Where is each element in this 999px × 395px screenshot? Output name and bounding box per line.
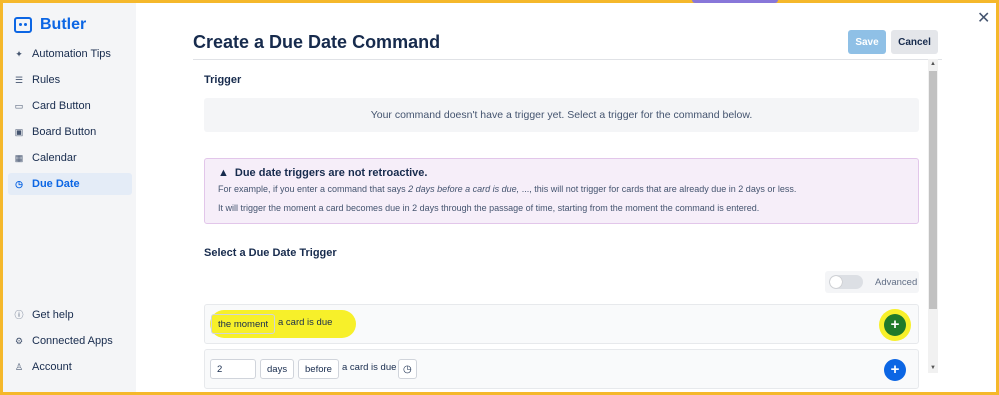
moment-select[interactable]: the moment [211,314,276,334]
trigger-empty-message: Your command doesn't have a trigger yet.… [370,109,753,121]
warning-heading-row: ▲ Due date triggers are not retroactive. [218,167,427,179]
sidebar-item-calendar[interactable]: ▦ Calendar [8,147,132,169]
calendar-icon: ▦ [14,153,24,163]
sidebar-item-label: Rules [32,74,61,86]
gear-icon: ⚙ [14,336,24,346]
warning-line-1-prefix: For example, if you enter a command that… [218,184,406,194]
scrollbar[interactable]: ▲ ▼ [928,59,938,373]
warning-line-1: For example, if you enter a command that… [218,184,796,194]
select-trigger-heading: Select a Due Date Trigger [204,247,337,259]
sidebar-bottom-nav: ⓘ Get help ⚙ Connected Apps ♙ Account [8,304,132,382]
warning-heading: Due date triggers are not retroactive. [234,167,428,179]
sidebar-item-rules[interactable]: ☰ Rules [8,69,132,91]
sidebar-item-connected-apps[interactable]: ⚙ Connected Apps [8,330,132,352]
person-icon: ♙ [14,362,24,372]
warning-line-2: It will trigger the moment a card become… [218,203,760,213]
add-trigger-button[interactable]: + [884,359,906,381]
scrollbar-thumb[interactable] [929,71,937,309]
time-picker-button[interactable]: ◷ [398,359,417,379]
sidebar-item-automation-tips[interactable]: ✦ Automation Tips [8,43,132,65]
info-icon: ⓘ [14,310,24,320]
sidebar-item-due-date[interactable]: ◷ Due Date [8,173,132,195]
toggle-knob [830,276,842,288]
add-trigger-button[interactable]: + [884,314,906,336]
sparkle-icon: ✦ [15,49,23,59]
sidebar-item-label: Account [32,361,72,373]
relation-select[interactable]: before [298,359,339,379]
sidebar-item-label: Due Date [32,178,80,190]
advanced-toggle-group[interactable]: Advanced [825,271,919,293]
close-icon[interactable]: ✕ [977,8,990,28]
sidebar-item-account[interactable]: ♙ Account [8,356,132,378]
command-panel: Trigger Your command doesn't have a trig… [193,59,942,392]
sidebar-nav: ✦ Automation Tips ☰ Rules ▭ Card Button … [8,43,132,199]
sidebar: Butler ✦ Automation Tips ☰ Rules ▭ Card … [3,3,136,392]
sidebar-item-label: Calendar [32,152,77,164]
page-title: Create a Due Date Command [193,32,441,52]
row-text: a card is due [342,362,397,373]
trigger-empty-box: Your command doesn't have a trigger yet.… [204,98,919,132]
clock-icon: ◷ [403,363,412,375]
scroll-up-icon[interactable]: ▲ [930,61,936,67]
sidebar-item-get-help[interactable]: ⓘ Get help [8,304,132,326]
sidebar-item-board-button[interactable]: ▣ Board Button [8,121,132,143]
modal-frame: Butler ✦ Automation Tips ☰ Rules ▭ Card … [3,3,996,392]
warning-line-1-suffix: ..., this will not trigger for cards tha… [521,184,797,194]
cancel-button[interactable]: Cancel [891,30,938,54]
brand: Butler [14,16,86,34]
warning-icon: ▲ [218,167,229,179]
warning-line-1-example: 2 days before a card is due, [408,184,520,194]
sidebar-item-label: Card Button [32,100,91,112]
retroactive-warning: ▲ Due date triggers are not retroactive.… [204,158,919,224]
advanced-toggle[interactable] [829,275,863,289]
trigger-option-row-moment: the moment a card is due + [204,304,919,344]
card-icon: ▭ [14,101,24,111]
sidebar-item-label: Automation Tips [32,48,111,60]
sidebar-item-label: Board Button [32,126,97,138]
unit-select[interactable]: days [260,359,295,379]
trigger-option-row-days: 2 days before a card is due ◷ + [204,349,919,389]
sliders-icon: ☰ [14,75,24,85]
sidebar-item-label: Connected Apps [32,335,113,347]
board-icon: ▣ [14,127,24,137]
sidebar-item-card-button[interactable]: ▭ Card Button [8,95,132,117]
trigger-heading: Trigger [204,74,242,86]
butler-robot-icon [14,17,32,33]
brand-name: Butler [40,16,87,33]
clock-icon: ◷ [15,179,23,189]
amount-input[interactable]: 2 [210,359,256,379]
main-content: Create a Due Date Command Save Cancel ✕ … [136,3,996,392]
row-text: a card is due [278,317,333,328]
sidebar-item-label: Get help [32,309,74,321]
advanced-label: Advanced [875,276,918,288]
scroll-down-icon[interactable]: ▼ [930,365,936,371]
save-button[interactable]: Save [848,30,886,54]
